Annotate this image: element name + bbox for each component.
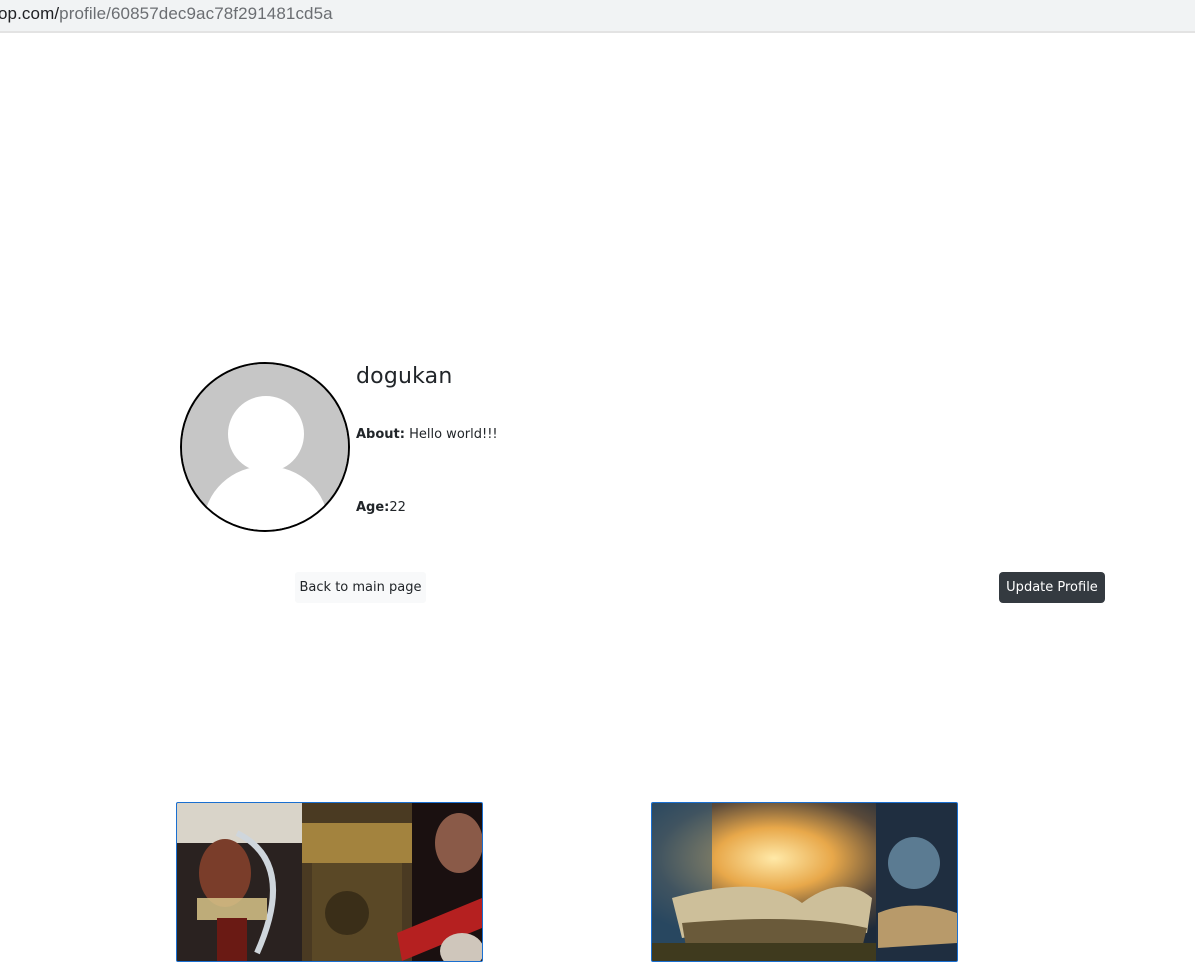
about-label: About: [356, 427, 405, 442]
url-domain: op.com/ [0, 4, 60, 23]
address-bar[interactable]: op.com/profile/60857dec9ac78f291481cd5a [0, 0, 1195, 33]
profile-username: dogukan [356, 364, 453, 389]
horror-books-collage-image [177, 803, 482, 961]
book-card[interactable] [176, 802, 483, 962]
age-line: Age:22 [356, 500, 406, 515]
back-to-main-button[interactable]: Back to main page [295, 572, 426, 603]
about-value: Hello world!!! [404, 427, 498, 442]
user-silhouette-icon [182, 364, 348, 530]
update-profile-button[interactable]: Update Profile [999, 572, 1105, 603]
url-path: profile/60857dec9ac78f291481cd5a [59, 4, 333, 23]
avatar [180, 362, 350, 532]
fantasy-open-book-image [652, 803, 957, 961]
url-text[interactable]: op.com/profile/60857dec9ac78f291481cd5a [0, 4, 333, 24]
about-line: About: Hello world!!! [356, 427, 498, 442]
book-card[interactable] [651, 802, 958, 962]
age-label: Age: [356, 500, 390, 515]
age-value: 22 [389, 500, 406, 515]
